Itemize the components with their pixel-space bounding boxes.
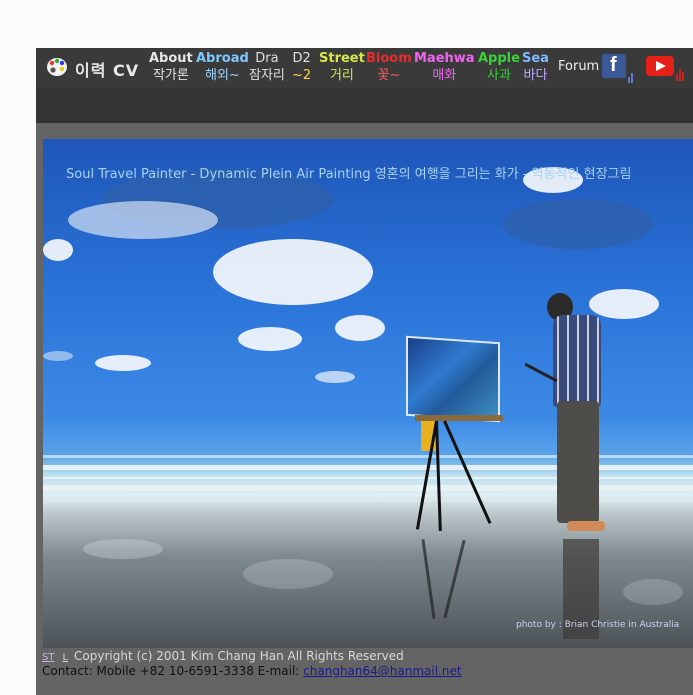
cloud [315,371,355,383]
cv-link[interactable]: 이력 CV [75,57,139,81]
copyright-text: Copyright (c) 2001 Kim Chang Han All Rig… [74,649,404,663]
cloud [95,355,151,371]
menu-item-street[interactable]: Street 거리 [319,50,365,85]
photo-title: Soul Travel Painter - Dynamic Plein Air … [66,167,632,182]
top-navbar: 이력 CV About 작가론 Abroad 해외~ Dra 잠자리 D2 ~2… [36,48,693,123]
menu-item-abroad-ko[interactable]: 해외~ [196,67,249,85]
photo-credit: photo by : Brian Christie in Australia [516,620,680,630]
menu-item-apple[interactable]: Apple 사과 [478,50,520,85]
l-link[interactable]: L [62,652,68,663]
facebook-glyph: f [610,54,617,76]
footer-contact-line: Contact: Mobile +82 10-6591-3338 E-mail:… [42,664,462,678]
youtube-icon[interactable] [646,56,674,76]
menu-item-sea-en[interactable]: Sea [522,50,549,67]
menu-item-maehwa-en[interactable]: Maehwa [414,50,475,67]
contact-text: Contact: Mobile +82 10-6591-3338 E-mail: [42,664,304,678]
menu-item-street-en[interactable]: Street [319,50,365,67]
easel-reflection [443,539,466,619]
menu-item-dra-en[interactable]: Dra [249,50,285,67]
easel-reflection [421,539,436,619]
footer-copyright-line: ST L Copyright (c) 2001 Kim Chang Han All … [42,649,404,663]
easel-painting [406,335,500,423]
menu-item-about-en[interactable]: About [149,50,193,67]
page-frame: 이력 CV About 작가론 Abroad 해외~ Dra 잠자리 D2 ~2… [36,48,693,695]
facebook-icon[interactable]: f [602,54,626,78]
cloud [43,239,73,261]
menu-item-apple-ko[interactable]: 사과 [478,67,520,85]
menu-item-bloom-en[interactable]: Bloom [366,50,412,67]
youtube-bars-icon [676,62,686,81]
menu-item-abroad[interactable]: Abroad 해외~ [196,50,249,85]
cloud [68,201,218,239]
cloud [589,289,659,319]
menu-item-d2-ko[interactable]: ~2 [292,67,311,85]
menu-item-street-ko[interactable]: 거리 [319,67,365,85]
painter-pants [557,401,599,523]
forum-link[interactable]: Forum [558,59,599,74]
reflection [83,539,163,559]
menu-item-sea[interactable]: Sea 바다 [522,50,549,85]
menu-item-dra-ko[interactable]: 잠자리 [249,67,285,85]
menu-item-dra[interactable]: Dra 잠자리 [249,50,285,85]
email-link[interactable]: changhan64@hanmail.net [303,664,461,678]
painter-feet [567,521,605,531]
st-link[interactable]: ST [42,652,54,663]
cloud [238,327,302,351]
reflection [623,579,683,605]
menu-item-bloom-ko[interactable]: 꽃~ [366,67,412,85]
menu-item-abroad-en[interactable]: Abroad [196,50,249,67]
cloud [335,315,385,341]
menu-item-maehwa-ko[interactable]: 매화 [414,67,475,85]
menu-item-sea-ko[interactable]: 바다 [522,67,549,85]
easel-leg [435,420,442,531]
menu-item-about-ko[interactable]: 작가론 [149,67,193,85]
easel-leg [443,420,492,524]
menu-item-d2-en[interactable]: D2 [292,50,311,67]
menu-item-apple-en[interactable]: Apple [478,50,520,67]
facebook-bars-icon [628,64,636,83]
menu-item-d2[interactable]: D2 ~2 [292,50,311,85]
menu-item-about[interactable]: About 작가론 [149,50,193,85]
cloud [503,199,653,249]
palette-icon[interactable] [46,56,68,78]
painter-shirt [553,315,601,407]
cloud [43,351,73,361]
menu-item-bloom[interactable]: Bloom 꽃~ [366,50,412,85]
menu-item-maehwa[interactable]: Maehwa 매화 [414,50,475,85]
reflection [243,559,333,589]
hero-photo: Soul Travel Painter - Dynamic Plein Air … [43,139,693,648]
cloud [213,239,373,305]
